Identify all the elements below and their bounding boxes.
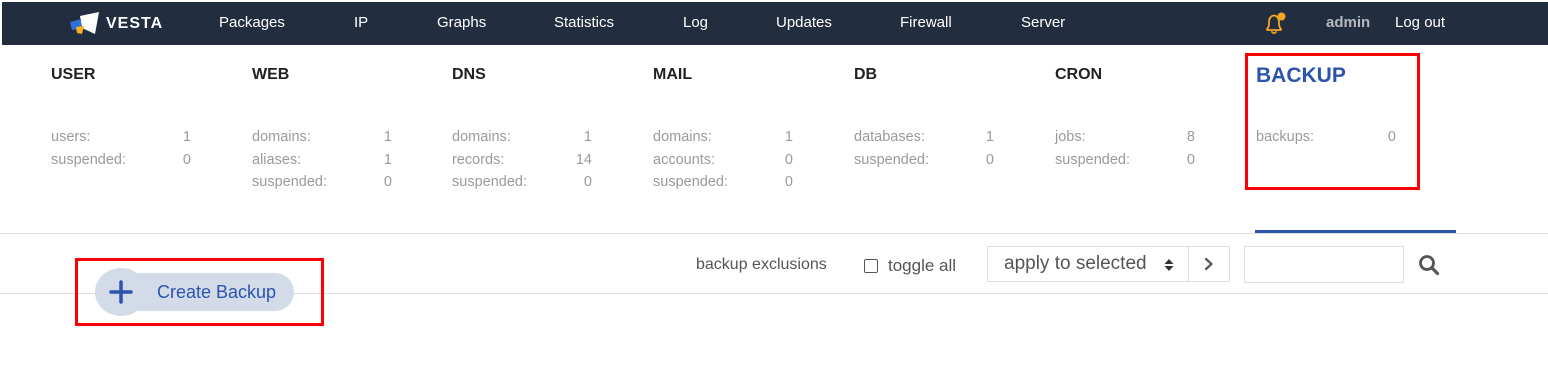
- tab-web[interactable]: WEB domains: 1 aliases: 1 suspended: 0: [252, 66, 452, 190]
- bulk-action-value: apply to selected: [1004, 253, 1147, 274]
- section-stats: databases: 1 suspended: 0: [854, 126, 994, 171]
- stat-label: suspended:: [51, 151, 126, 168]
- nav-updates[interactable]: Updates: [776, 14, 832, 31]
- section-title: MAIL: [653, 66, 693, 83]
- stat-value: 1: [383, 151, 392, 168]
- stat-row: suspended: 0: [51, 149, 191, 172]
- stat-value: 0: [985, 151, 994, 168]
- stat-row: aliases: 1: [252, 149, 392, 172]
- stat-label: records:: [452, 151, 505, 168]
- stat-label: suspended:: [1055, 151, 1130, 168]
- stat-label: aliases:: [252, 151, 302, 168]
- apply-button[interactable]: [1189, 246, 1230, 282]
- stat-row: suspended: 0: [854, 149, 994, 172]
- nav-ip[interactable]: IP: [354, 14, 368, 31]
- stat-label: suspended:: [653, 174, 728, 190]
- section-stats: users: 1 suspended: 0: [51, 126, 191, 171]
- stat-row: suspended: 0: [1055, 149, 1195, 172]
- stat-label: domains:: [653, 129, 712, 145]
- stat-label: users:: [51, 129, 91, 145]
- section-stats: domains: 1 aliases: 1 suspended: 0: [252, 126, 392, 194]
- search-icon[interactable]: [1418, 254, 1440, 281]
- stat-row: records: 14: [452, 149, 592, 172]
- stat-value: 0: [1186, 151, 1195, 168]
- stat-value: 1: [985, 129, 994, 145]
- top-navbar: VESTA Packages IP Graphs Statistics Log …: [2, 2, 1548, 45]
- bell-icon[interactable]: [1262, 11, 1288, 42]
- stat-row: jobs: 8: [1055, 126, 1195, 149]
- nav-server[interactable]: Server: [1021, 14, 1065, 31]
- vesta-logo-icon: [70, 12, 99, 34]
- tab-dns[interactable]: DNS domains: 1 records: 14 suspended: 0: [452, 66, 652, 190]
- stat-label: suspended:: [252, 174, 327, 190]
- logout-link[interactable]: Log out: [1395, 14, 1445, 31]
- stat-row: databases: 1: [854, 126, 994, 149]
- section-stats: domains: 1 accounts: 0 suspended: 0: [653, 126, 793, 194]
- bulk-action-select[interactable]: apply to selected: [987, 246, 1189, 282]
- backup-exclusions-link[interactable]: backup exclusions: [696, 256, 827, 274]
- stat-label: domains:: [252, 129, 311, 145]
- stat-row: domains: 1: [653, 126, 793, 149]
- nav-packages[interactable]: Packages: [219, 14, 285, 31]
- stat-value: 0: [784, 174, 793, 190]
- stat-row: users: 1: [51, 126, 191, 149]
- stat-row: suspended: 0: [653, 171, 793, 194]
- tab-db[interactable]: DB databases: 1 suspended: 0: [854, 66, 1054, 168]
- divider: [0, 233, 1548, 234]
- stat-label: suspended:: [452, 174, 527, 190]
- stat-row: suspended: 0: [252, 171, 392, 194]
- tab-cron[interactable]: CRON jobs: 8 suspended: 0: [1055, 66, 1255, 168]
- nav-log[interactable]: Log: [683, 14, 708, 31]
- stat-value: 0: [182, 151, 191, 168]
- stat-value: 8: [1186, 129, 1195, 145]
- stat-value: 1: [784, 129, 793, 145]
- stat-row: suspended: 0: [452, 171, 592, 194]
- sort-caret-icon: [1164, 259, 1174, 271]
- stat-row: accounts: 0: [653, 149, 793, 172]
- stat-value: 0: [383, 174, 392, 190]
- stat-value: 0: [784, 151, 793, 168]
- toggle-all[interactable]: toggle all: [864, 256, 956, 276]
- toggle-all-label: toggle all: [888, 256, 957, 275]
- stat-value: 14: [575, 151, 592, 168]
- stat-row: domains: 1: [452, 126, 592, 149]
- search-input[interactable]: [1244, 246, 1404, 283]
- section-title: WEB: [252, 66, 290, 83]
- current-user[interactable]: admin: [1326, 14, 1370, 31]
- nav-graphs[interactable]: Graphs: [437, 14, 486, 31]
- section-title: DNS: [452, 66, 486, 83]
- nav-firewall[interactable]: Firewall: [900, 14, 952, 31]
- stat-value: 1: [182, 129, 191, 145]
- stat-label: databases:: [854, 129, 925, 145]
- stat-row: domains: 1: [252, 126, 392, 149]
- section-stats: domains: 1 records: 14 suspended: 0: [452, 126, 592, 194]
- nav-statistics[interactable]: Statistics: [554, 14, 614, 31]
- toggle-all-checkbox[interactable]: [864, 259, 878, 273]
- stat-label: suspended:: [854, 151, 929, 168]
- highlight-box-create-backup: [75, 258, 324, 326]
- section-stats: jobs: 8 suspended: 0: [1055, 126, 1195, 171]
- stat-label: domains:: [452, 129, 511, 145]
- stat-label: accounts:: [653, 151, 716, 168]
- highlight-box-backup-tab: [1245, 53, 1420, 190]
- section-title: CRON: [1055, 66, 1103, 83]
- stat-label: jobs:: [1055, 129, 1086, 145]
- section-title: USER: [51, 66, 96, 83]
- tab-user[interactable]: USER users: 1 suspended: 0: [51, 66, 251, 168]
- section-title: DB: [854, 66, 878, 83]
- tab-mail[interactable]: MAIL domains: 1 accounts: 0 suspended: 0: [653, 66, 853, 190]
- stat-value: 1: [583, 129, 592, 145]
- stat-value: 0: [583, 174, 592, 190]
- stat-value: 1: [383, 129, 392, 145]
- vesta-logo[interactable]: VESTA: [70, 12, 163, 36]
- chevron-right-icon: [1204, 257, 1213, 271]
- logo-text: VESTA: [106, 15, 164, 32]
